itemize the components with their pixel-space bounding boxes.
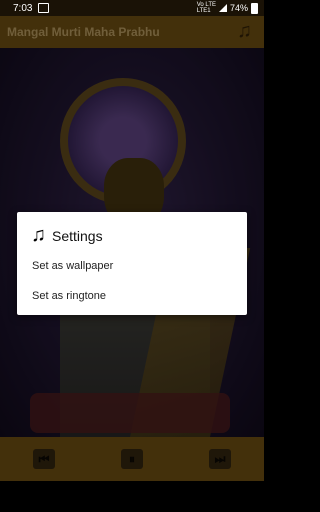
settings-dialog: ♫ Settings Set as wallpaper Set as ringt…	[17, 212, 247, 315]
set-wallpaper-option[interactable]: Set as wallpaper	[32, 260, 113, 272]
dialog-title: Settings	[52, 227, 103, 244]
battery-icon	[251, 2, 258, 14]
network-bottom: LTE1	[196, 8, 211, 14]
navigation-bar	[0, 481, 264, 512]
signal-icon	[218, 4, 227, 12]
status-time: 7:03	[13, 2, 33, 14]
network-label: Vo LTE LTE1	[197, 2, 216, 14]
music-note-icon: ♫	[31, 224, 46, 246]
gallery-icon	[38, 3, 50, 13]
battery-percent: 74%	[229, 3, 248, 13]
set-ringtone-option[interactable]: Set as ringtone	[32, 290, 106, 302]
status-bar: 7:03 Vo LTE LTE1 74%	[0, 0, 264, 16]
dialog-header: ♫ Settings	[31, 224, 103, 247]
status-right: Vo LTE LTE1 74%	[197, 0, 258, 16]
